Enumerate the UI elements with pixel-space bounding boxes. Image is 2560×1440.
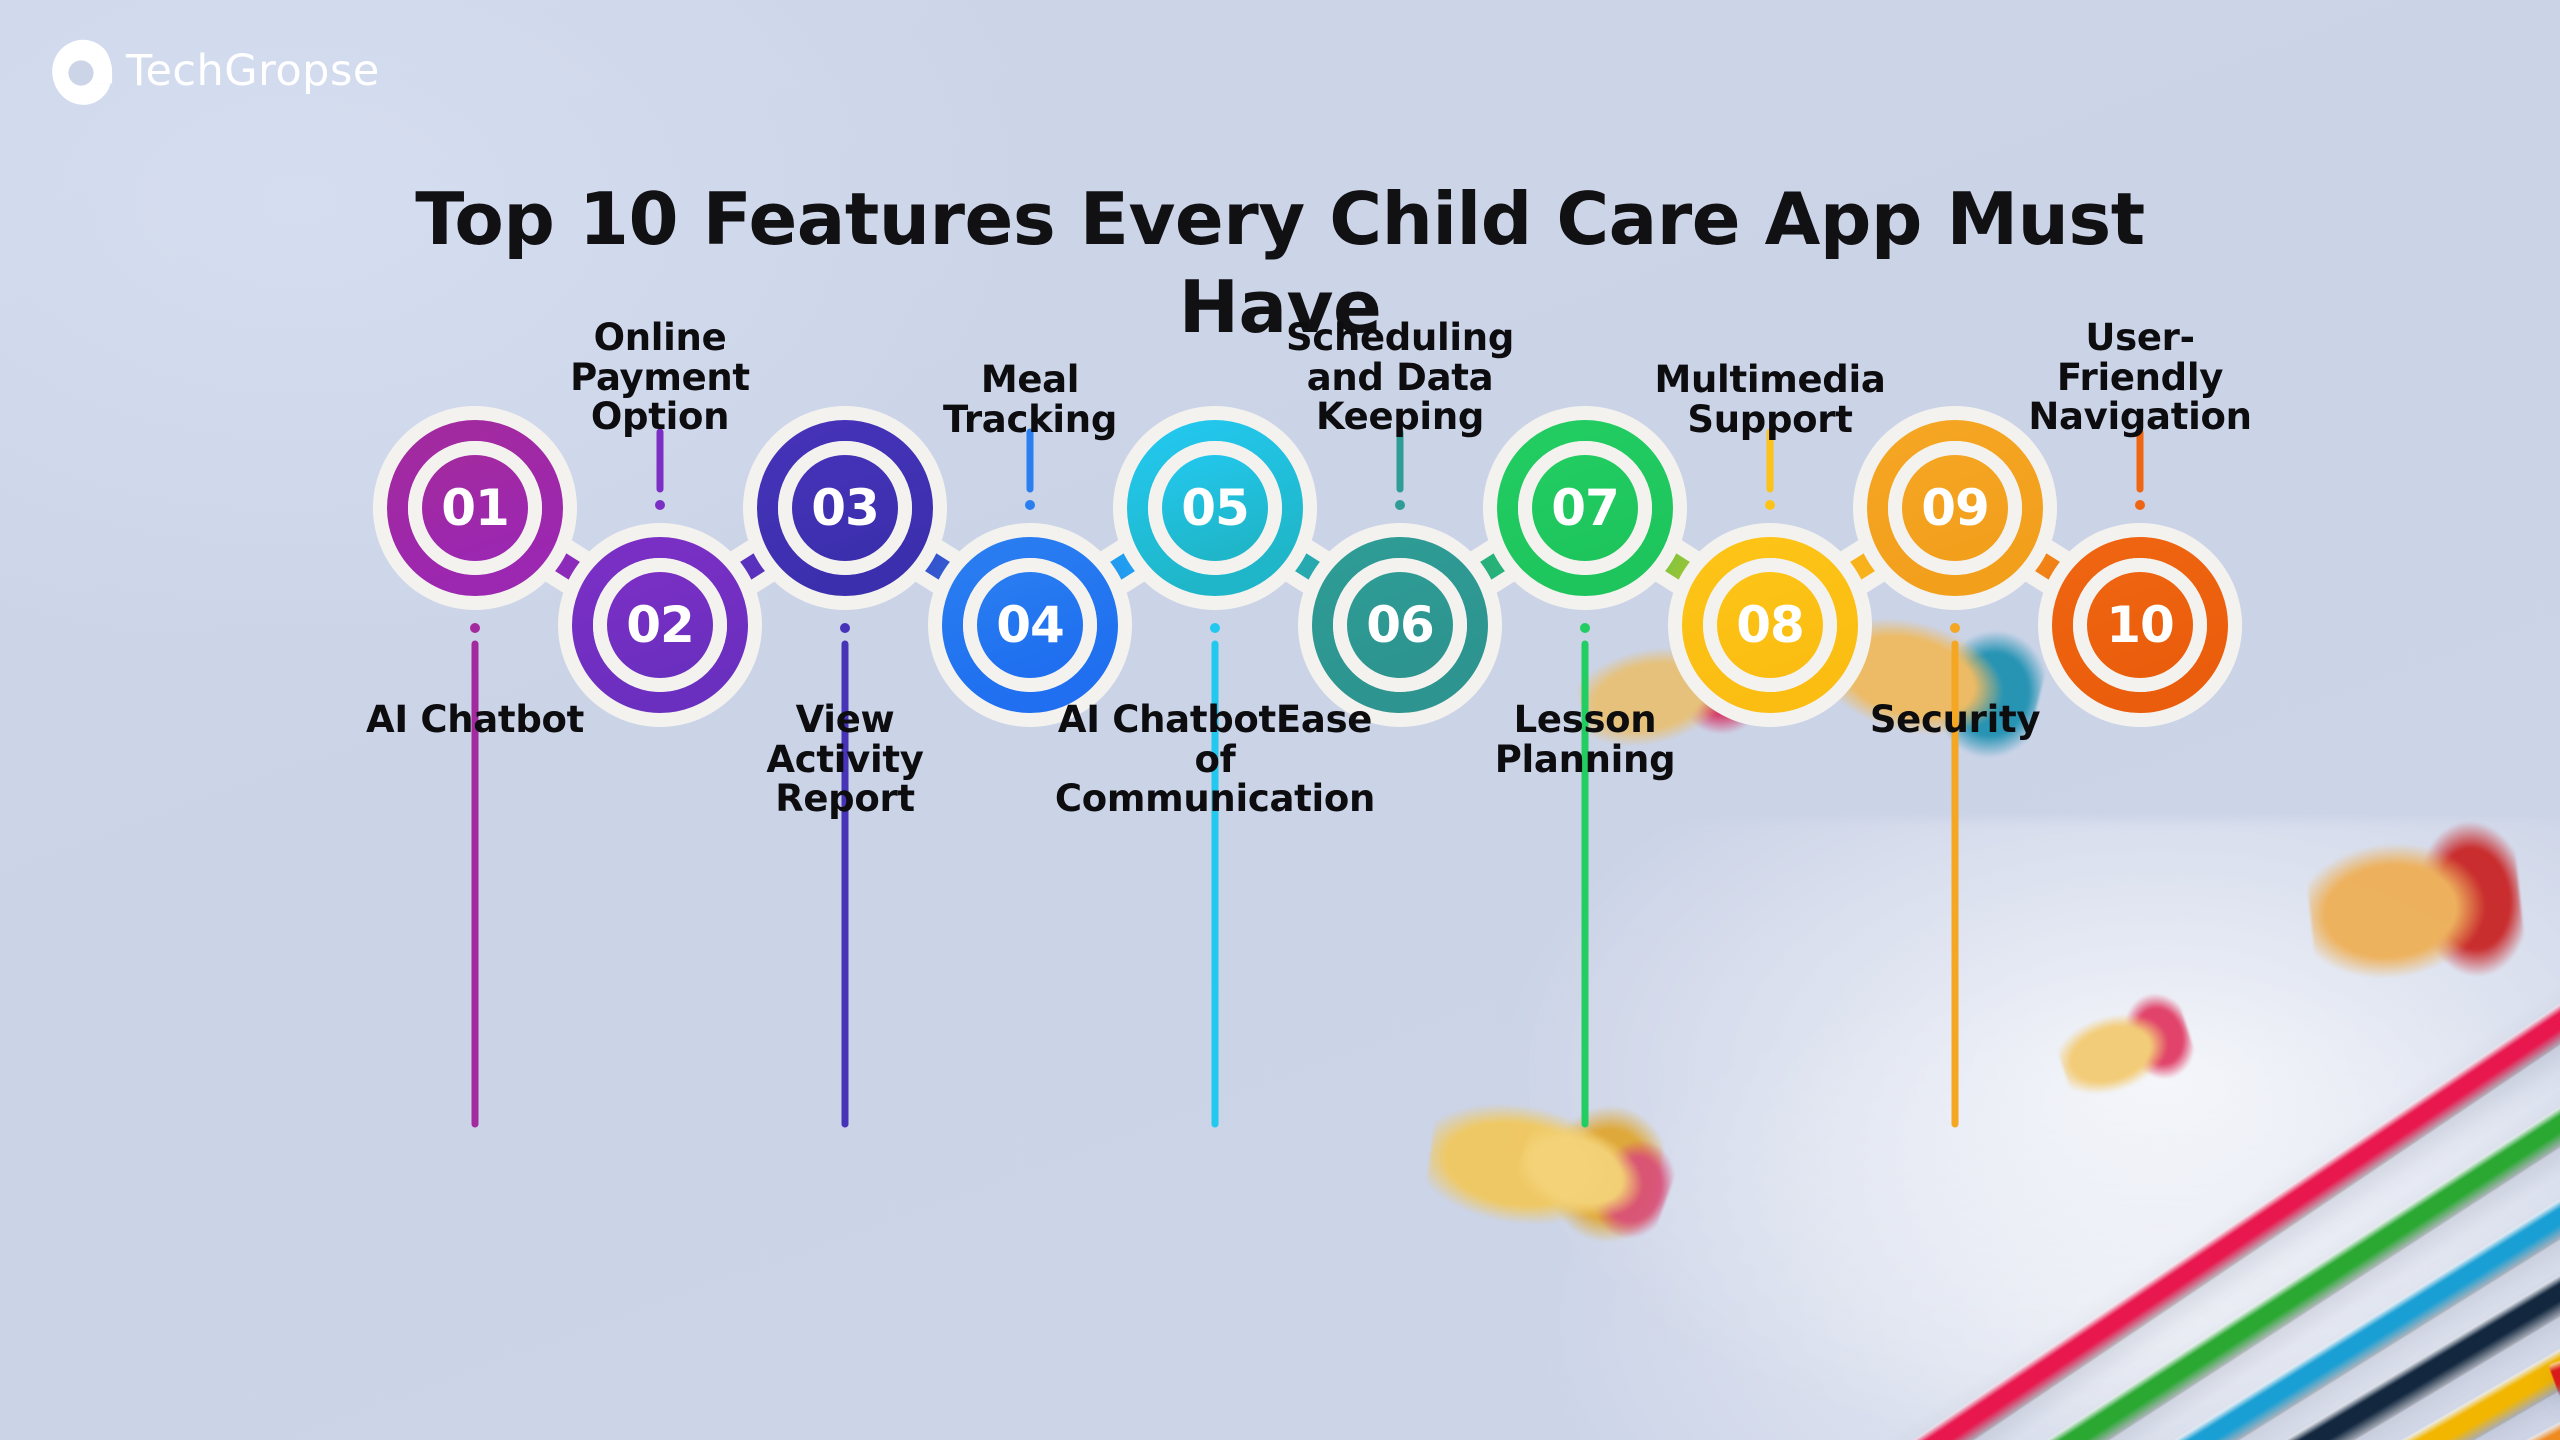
connector-dot <box>1025 500 1035 510</box>
step-number: 06 <box>1366 596 1434 654</box>
step-number: 01 <box>441 479 509 537</box>
step-label-04: Meal Tracking <box>942 358 1118 441</box>
step-number: 03 <box>811 479 879 537</box>
connector-dot <box>1765 500 1775 510</box>
connector-dot <box>1950 623 1960 633</box>
connector-dot <box>840 623 850 633</box>
step-label-09: Security <box>1869 698 2041 741</box>
connector-dot <box>1395 500 1405 510</box>
step-label-02: Online Payment Option <box>570 316 750 439</box>
step-label-08: Multimedia Support <box>1654 358 1886 441</box>
step-label-06: Scheduling and Data Keeping <box>1285 316 1515 439</box>
connector-dot <box>470 623 480 633</box>
connector-dot <box>1210 623 1220 633</box>
step-node-08: 08 <box>1668 523 1872 727</box>
connector-dot <box>655 500 665 510</box>
step-number: 07 <box>1551 479 1619 537</box>
step-number: 04 <box>996 596 1064 654</box>
step-number: 09 <box>1921 479 1989 537</box>
step-label-10: User- Friendly Navigation <box>2028 316 2252 439</box>
step-label-05: AI ChatbotEase of Communication <box>1054 698 1376 821</box>
step-label-07: Lesson Planning <box>1494 698 1676 781</box>
step-number: 08 <box>1736 596 1804 654</box>
step-number: 02 <box>626 596 694 654</box>
step-node-06: 06 <box>1298 523 1502 727</box>
step-node-02: 02 <box>558 523 762 727</box>
connector-dot <box>1580 623 1590 633</box>
step-label-03: View Activity Report <box>766 698 924 821</box>
infographic-canvas: TechGropse Top 10 Features Every Child C… <box>0 0 2560 1440</box>
connector-dot <box>2135 500 2145 510</box>
step-label-01: AI Chatbot <box>365 698 585 741</box>
step-number: 05 <box>1181 479 1249 537</box>
step-node-04: 04 <box>928 523 1132 727</box>
step-node-10: 10 <box>2038 523 2242 727</box>
step-number: 10 <box>2106 596 2174 654</box>
